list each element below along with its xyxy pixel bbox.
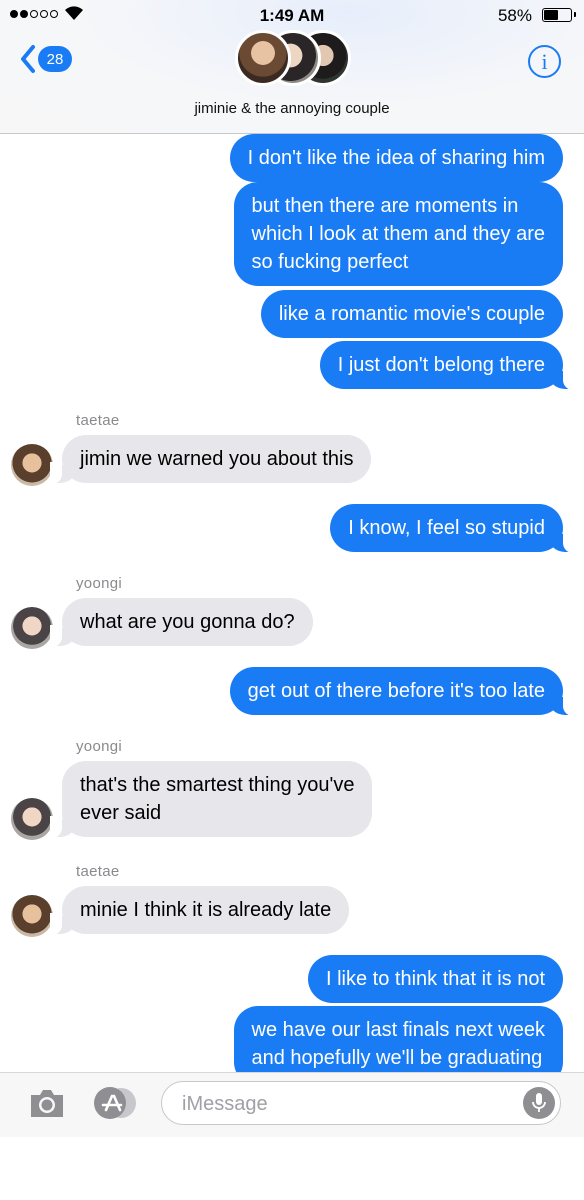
message-field: [161, 1081, 561, 1126]
message-text: jimin we warned you about this: [80, 448, 354, 470]
message-bubble-outgoing[interactable]: but then there are moments in which I lo…: [233, 182, 563, 286]
message-bubble-outgoing[interactable]: get out of there before it's too late: [229, 667, 576, 716]
avatar[interactable]: [11, 607, 53, 649]
message-line: which I look at them and they are: [251, 223, 546, 245]
message-bubble-outgoing[interactable]: I know, I feel so stupid: [330, 504, 575, 553]
group-avatars[interactable]: [235, 28, 353, 90]
message-line: and hopefully we'll be graduating: [251, 1047, 543, 1069]
sender-name: yoongi: [76, 738, 123, 755]
message-bubble-incoming[interactable]: what are you gonna do?: [50, 598, 313, 647]
conversation-title[interactable]: jiminie & the annoying couple: [0, 100, 584, 117]
back-chevron-icon: [21, 45, 35, 73]
message-bubble-outgoing[interactable]: I like to think that it is not: [308, 955, 563, 1003]
sender-name: yoongi: [76, 575, 123, 592]
battery-percentage: 58%: [497, 6, 532, 25]
avatar[interactable]: [11, 895, 53, 937]
message-line: we have our last finals next week: [251, 1019, 546, 1041]
message-input[interactable]: [180, 1082, 514, 1126]
message-input-bar: [0, 1072, 584, 1137]
battery-fill: [544, 10, 558, 20]
message-line: but then there are moments in: [251, 195, 519, 217]
unread-count-badge: 28: [38, 46, 72, 72]
message-text: minie I think it is already late: [80, 899, 332, 921]
message-line: so fucking perfect: [251, 251, 409, 273]
message-bubble-incoming[interactable]: that's the smartest thing you've ever sa…: [49, 761, 373, 838]
camera-icon[interactable]: [28, 1087, 66, 1119]
bottom-area: [0, 1137, 584, 1200]
microphone-icon: [532, 1093, 546, 1112]
message-bubble-incoming[interactable]: jimin we warned you about this: [49, 435, 372, 484]
avatar: [235, 30, 291, 86]
sender-name: taetae: [76, 863, 120, 880]
message-bubble-outgoing[interactable]: like a romantic movie's couple: [260, 290, 563, 338]
microphone-button[interactable]: [523, 1087, 555, 1119]
message-bubble-outgoing[interactable]: I just don't belong there: [319, 341, 576, 390]
app-store-icon[interactable]: [93, 1086, 139, 1120]
info-icon[interactable]: i: [528, 45, 561, 78]
message-text: what are you gonna do?: [80, 611, 295, 633]
message-bubble-outgoing[interactable]: I don't like the idea of sharing him: [229, 134, 563, 182]
sender-name: taetae: [76, 412, 120, 429]
message-line: that's the smartest thing you've: [80, 774, 355, 796]
message-text: I just don't belong there: [337, 354, 545, 376]
message-text: get out of there before it's too late: [247, 680, 545, 702]
avatar[interactable]: [11, 798, 53, 840]
conversation-header: 1:49 AM 58% 28 jiminie & the annoying co…: [0, 0, 584, 134]
avatar[interactable]: [11, 444, 53, 486]
message-text: I know, I feel so stupid: [348, 517, 545, 539]
message-bubble-incoming[interactable]: minie I think it is already late: [49, 886, 350, 935]
message-line: ever said: [80, 802, 162, 824]
back-button[interactable]: 28: [20, 44, 72, 74]
status-time: 1:49 AM: [259, 6, 325, 25]
battery-icon: [542, 8, 576, 22]
